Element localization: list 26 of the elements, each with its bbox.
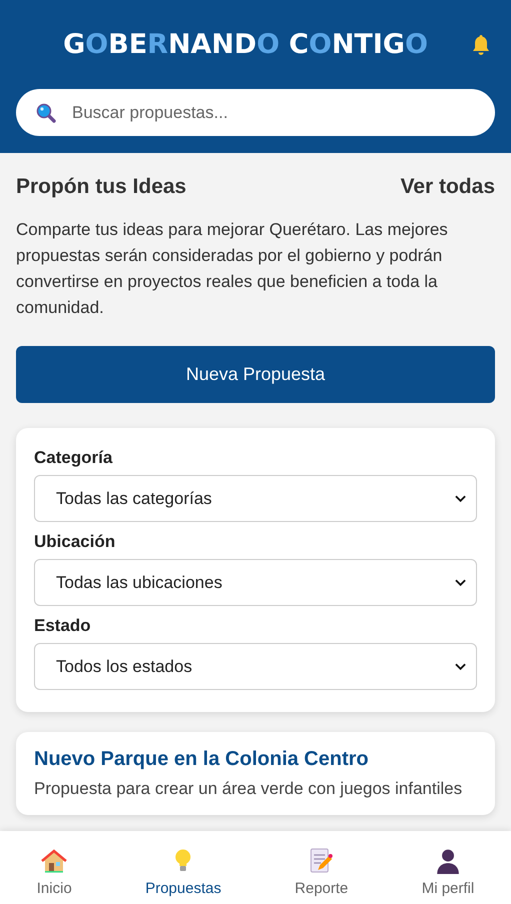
chevron-icon bbox=[455, 494, 466, 502]
logo: GOBERNANDO CONTIGO bbox=[63, 29, 428, 60]
nav-item[interactable]: Reporte bbox=[294, 831, 348, 904]
bell-icon[interactable] bbox=[471, 34, 491, 56]
chevron-icon bbox=[455, 578, 466, 586]
document-pencil-icon bbox=[308, 848, 334, 874]
section-description: Comparte tus ideas para mejorar Querétaro. Las mejores propuestas serán consideradas por el gobierno y podrán convertirse en proyectos reales que beneficien a toda la comunidad. bbox=[16, 219, 449, 319]
nav-item[interactable]: Propuestas bbox=[145, 831, 222, 904]
section-title: Propón tus Ideas bbox=[16, 175, 186, 199]
house-icon bbox=[41, 848, 68, 874]
filter-label: Estado bbox=[34, 616, 92, 636]
search-icon bbox=[36, 103, 56, 123]
nav-item[interactable]: Inicio bbox=[36, 831, 72, 904]
view-all-link[interactable]: Ver todas bbox=[400, 175, 495, 199]
filter-select[interactable]: Todos los estados bbox=[34, 643, 477, 690]
filter-label: Ubicación bbox=[34, 532, 116, 552]
filter-select[interactable]: Todas las ubicaciones bbox=[34, 559, 477, 606]
nav-item[interactable]: Mi perfil bbox=[422, 831, 474, 904]
chevron-icon bbox=[455, 662, 466, 670]
filter-label: Categoría bbox=[34, 448, 114, 468]
proposal-title: Nuevo Parque en la Colonia Centro bbox=[34, 748, 370, 771]
user-icon bbox=[434, 848, 461, 874]
new-proposal-button[interactable]: Nueva Propuesta bbox=[16, 346, 495, 403]
search-field[interactable]: Buscar propuestas... bbox=[16, 89, 495, 136]
filter-select[interactable]: Todas las categorías bbox=[34, 475, 477, 522]
proposal-description: Propuesta para crear un área verde con juegos infantiles bbox=[34, 779, 464, 799]
